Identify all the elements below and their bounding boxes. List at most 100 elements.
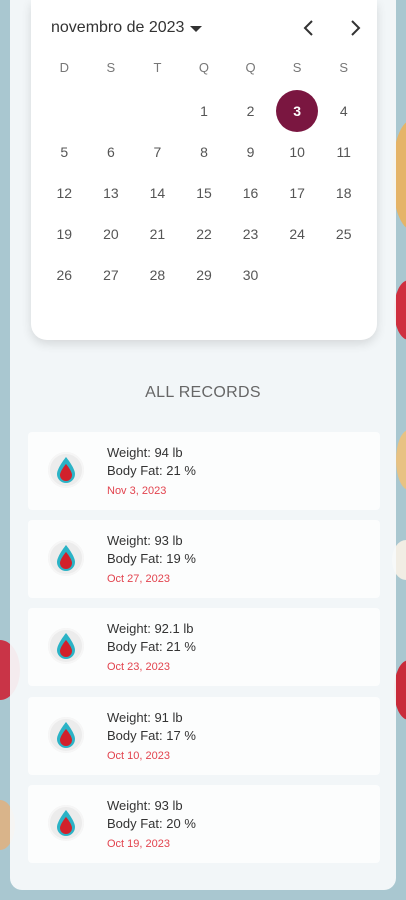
day-cell[interactable]: 26 <box>41 255 88 296</box>
record-body-fat: Body Fat: 19 % <box>107 551 196 566</box>
day-cell[interactable]: 16 <box>227 172 274 213</box>
record-weight: Weight: 93 lb <box>107 533 183 548</box>
day-number: 24 <box>289 226 305 243</box>
day-cell[interactable]: 8 <box>181 131 228 172</box>
day-cell[interactable]: 21 <box>134 214 181 255</box>
record-text: Weight: 94 lb Body Fat: 21 % Nov 3, 2023 <box>107 444 196 501</box>
day-number: 14 <box>149 184 166 201</box>
record-body-fat: Body Fat: 17 % <box>107 728 196 743</box>
section-title: ALL RECORDS <box>145 384 261 401</box>
record-card[interactable]: Weight: 94 lb Body Fat: 21 % Nov 3, 2023 <box>28 432 380 510</box>
prev-month-button[interactable] <box>299 18 319 38</box>
month-navigation <box>299 18 365 38</box>
weekday-label: S <box>292 60 302 75</box>
day-cell[interactable]: 12 <box>41 172 88 213</box>
day-cell[interactable]: 27 <box>88 255 135 296</box>
day-number: 26 <box>56 267 73 284</box>
day-number: 23 <box>242 226 259 243</box>
record-card[interactable]: Weight: 92.1 lb Body Fat: 21 % Oct 23, 202… <box>28 608 380 686</box>
day-cell[interactable]: 1 <box>181 90 228 131</box>
day-number: 4 <box>339 102 348 119</box>
day-number: 13 <box>103 184 119 201</box>
day-number: 5 <box>60 143 69 160</box>
day-cell[interactable]: 25 <box>320 214 367 255</box>
day-cell[interactable]: 18 <box>320 172 367 213</box>
record-text: Weight: 92.1 lb Body Fat: 21 % Oct 23, 202… <box>107 620 196 677</box>
day-cell[interactable]: 11 <box>320 131 367 172</box>
day-cell[interactable]: 29 <box>181 255 228 296</box>
calendar-header: novembro de 2023 <box>51 16 365 40</box>
day-number: 1 <box>200 102 208 119</box>
weekday-label: S <box>106 60 116 75</box>
day-number: 22 <box>196 226 212 243</box>
record-weight: Weight: 91 lb <box>107 710 183 725</box>
day-cell[interactable]: 9 <box>227 131 274 172</box>
record-weight: Weight: 92.1 lb <box>107 621 194 636</box>
blood-drop-icon <box>48 452 84 488</box>
record-card[interactable]: Weight: 93 lb Body Fat: 20 % Oct 19, 2023 <box>28 785 380 863</box>
day-number: 7 <box>153 143 162 160</box>
day-cell[interactable]: 10 <box>274 131 321 172</box>
days-grid: 1 2 3 4 5 6 7 8 9 10 11 12 13 14 15 16 17 18 19 20 21 22 23 24 2… <box>41 89 367 296</box>
chevron-left-icon <box>303 20 313 36</box>
day-number: 27 <box>103 267 119 284</box>
day-cell[interactable]: 30 <box>227 255 274 296</box>
day-number: 28 <box>149 267 166 284</box>
weekday-header: DSTQQSS <box>41 60 367 75</box>
day-cell[interactable]: 13 <box>88 172 135 213</box>
weekday-label: S <box>339 60 349 75</box>
day-number: 3 <box>276 89 319 132</box>
weekday-label: Q <box>245 60 256 75</box>
day-cell[interactable]: 17 <box>274 172 321 213</box>
day-cell[interactable]: 4 <box>320 90 367 131</box>
blood-drop-icon <box>48 628 84 664</box>
day-number: 6 <box>106 143 115 160</box>
day-cell[interactable]: 15 <box>181 172 228 213</box>
day-number: 29 <box>196 267 212 284</box>
record-text: Weight: 91 lb Body Fat: 17 % Oct 10, 2023 <box>107 709 196 766</box>
blood-drop-icon <box>48 717 84 753</box>
day-cell[interactable]: 5 <box>41 131 88 172</box>
record-card[interactable]: Weight: 93 lb Body Fat: 19 % Oct 27, 2023 <box>28 520 380 598</box>
blood-drop-icon <box>48 805 84 841</box>
blood-drop-icon <box>48 540 84 576</box>
record-date: Oct 10, 2023 <box>107 750 170 762</box>
day-number: 9 <box>246 143 255 160</box>
day-cell-selected[interactable]: 3 <box>274 89 321 132</box>
day-cell[interactable]: 24 <box>274 214 321 255</box>
calendar-card: novembro de 2023 DSTQQSS 1 2 3 4 5 6 7 8 9 10 11 12… <box>31 0 377 340</box>
record-body-fat: Body Fat: 21 % <box>107 463 196 478</box>
month-selector[interactable]: novembro de 2023 <box>51 19 203 37</box>
day-number: 20 <box>103 226 119 243</box>
day-cell[interactable]: 19 <box>41 214 88 255</box>
day-cell[interactable]: 2 <box>227 90 274 131</box>
day-cell[interactable]: 14 <box>134 172 181 213</box>
day-number: 16 <box>242 184 259 201</box>
empty-day-cell <box>134 90 181 131</box>
day-cell[interactable]: 20 <box>88 214 135 255</box>
day-number: 25 <box>335 226 352 243</box>
weekday-label: D <box>59 60 69 75</box>
empty-day-cell <box>41 90 88 131</box>
record-body-fat: Body Fat: 21 % <box>107 639 196 654</box>
day-number: 21 <box>149 226 166 243</box>
record-text: Weight: 93 lb Body Fat: 20 % Oct 19, 2023 <box>107 797 196 854</box>
day-number: 11 <box>336 143 351 160</box>
record-body-fat: Body Fat: 20 % <box>107 816 196 831</box>
next-month-button[interactable] <box>345 18 365 38</box>
day-cell[interactable]: 6 <box>88 131 135 172</box>
month-label: novembro de 2023 <box>51 19 185 36</box>
day-number: 2 <box>246 102 255 119</box>
day-cell[interactable]: 28 <box>134 255 181 296</box>
day-number: 18 <box>335 184 352 201</box>
caret-down-icon <box>190 26 203 32</box>
day-number: 19 <box>56 226 73 243</box>
record-weight: Weight: 93 lb <box>107 798 183 813</box>
record-card[interactable]: Weight: 91 lb Body Fat: 17 % Oct 10, 2023 <box>28 697 380 775</box>
day-cell[interactable]: 23 <box>227 214 274 255</box>
day-number: 12 <box>56 184 73 201</box>
record-date: Oct 19, 2023 <box>107 838 170 850</box>
day-cell[interactable]: 7 <box>134 131 181 172</box>
record-date: Nov 3, 2023 <box>107 485 167 497</box>
day-cell[interactable]: 22 <box>181 214 228 255</box>
